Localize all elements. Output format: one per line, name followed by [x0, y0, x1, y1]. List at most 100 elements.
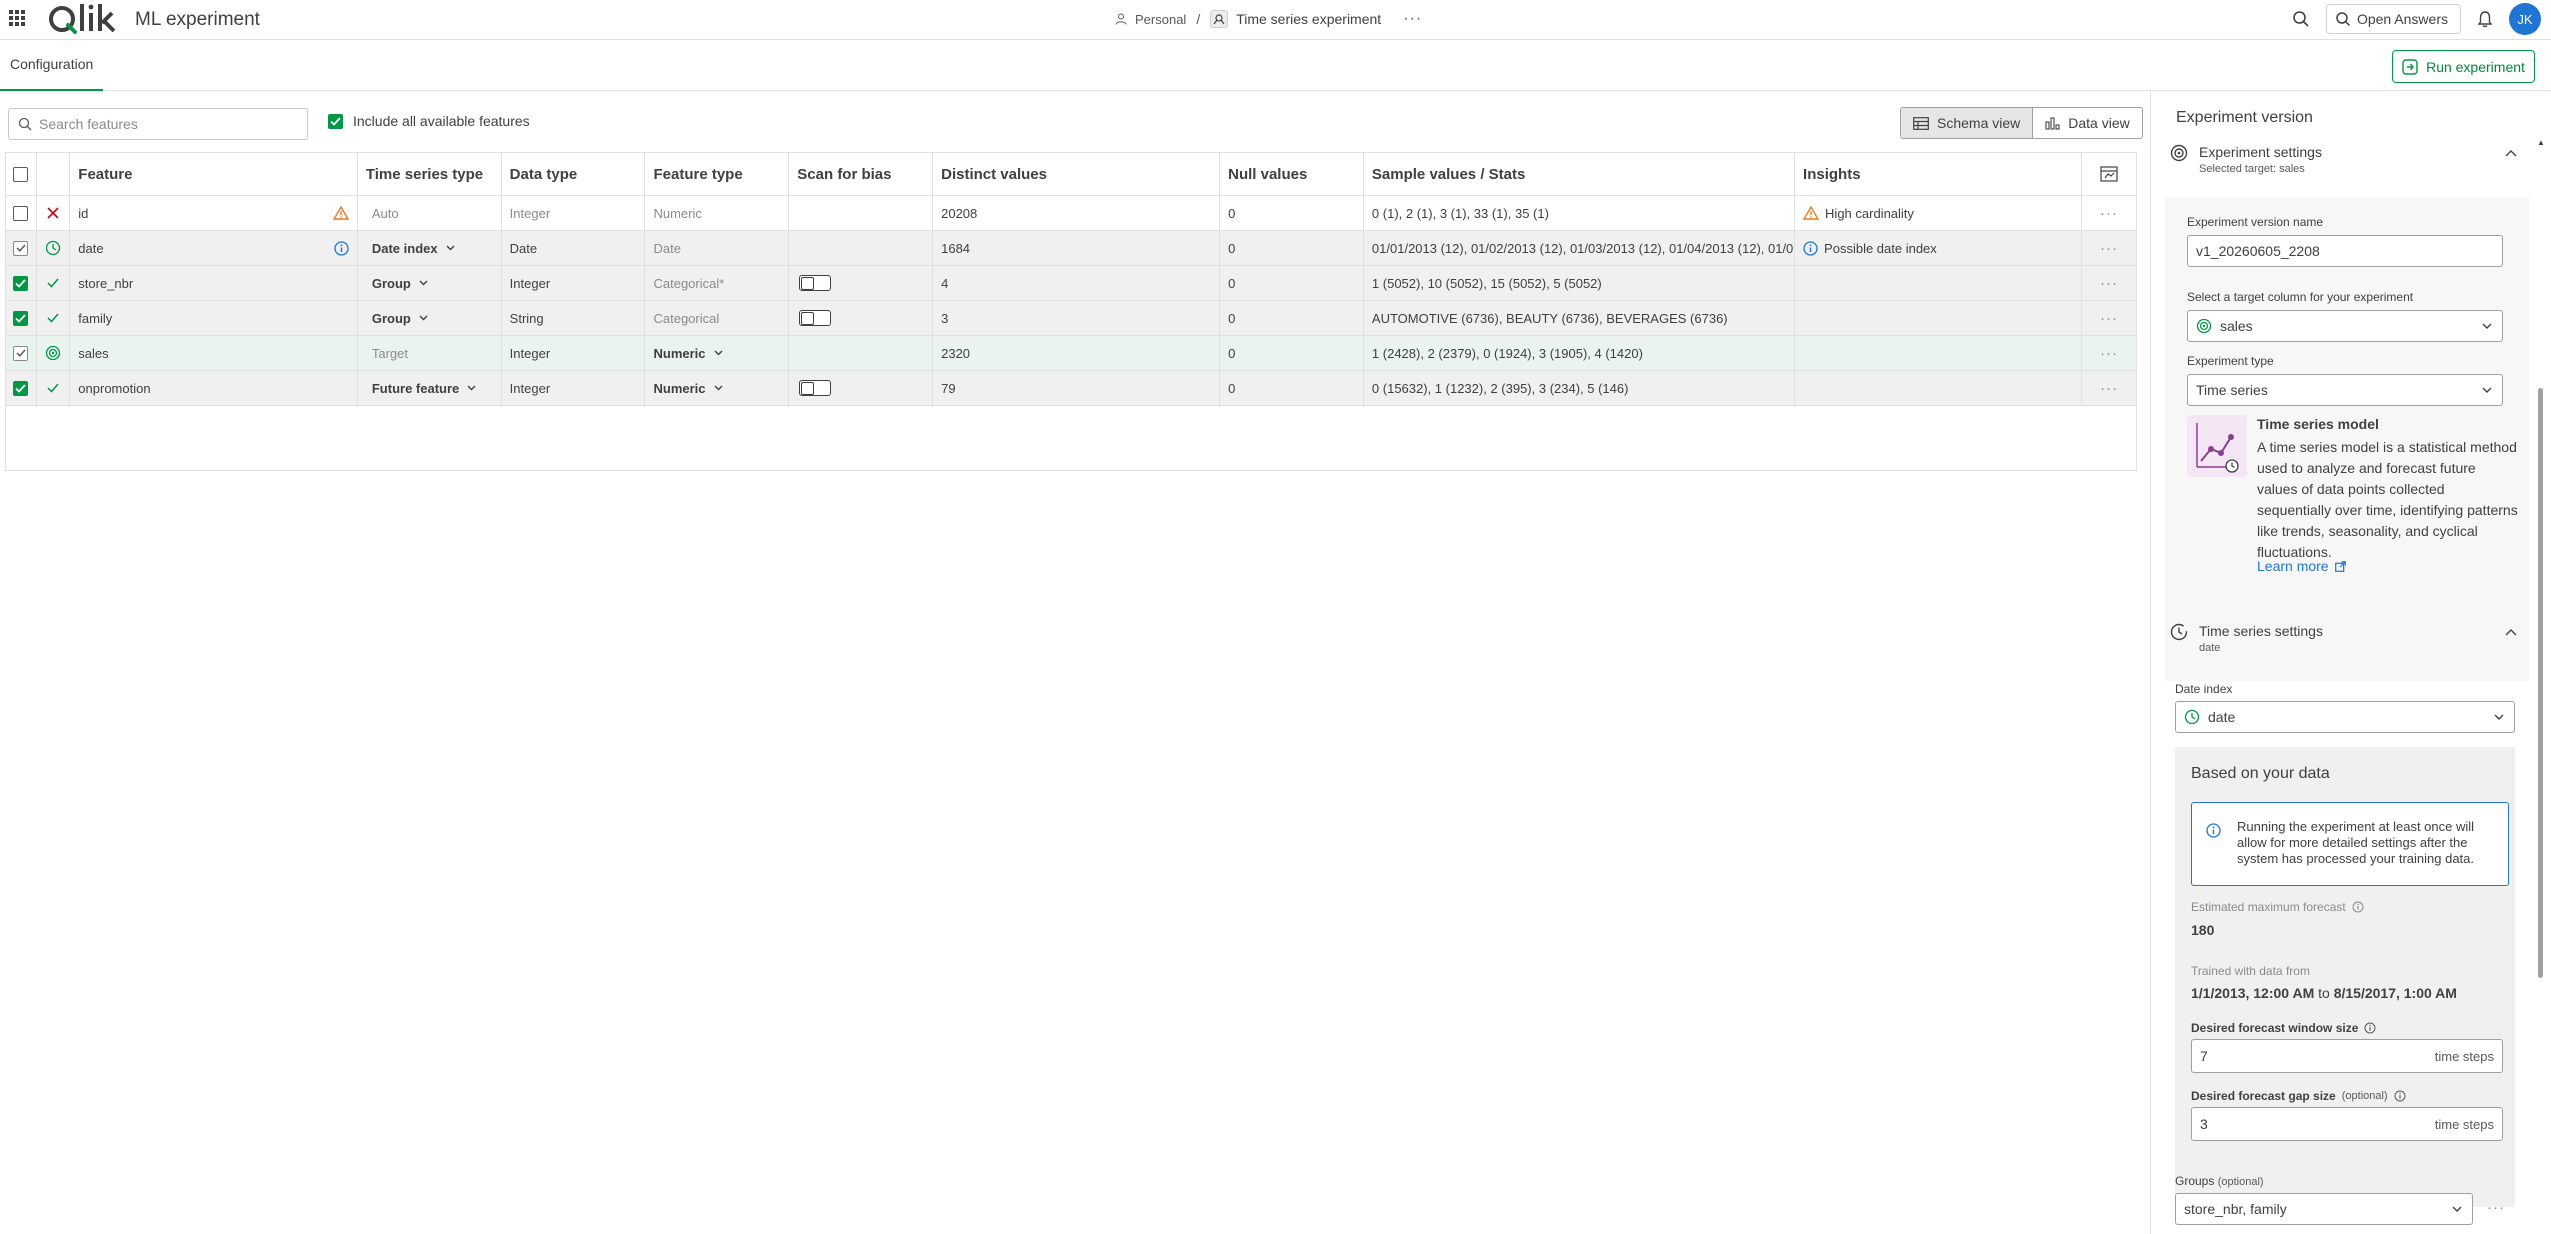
groups-select[interactable]: store_nbr, family	[2175, 1193, 2473, 1225]
table-row[interactable]: date Date index Date Date 1684 0 01/01/2…	[6, 231, 2136, 266]
row-more-icon[interactable]: ···	[2100, 310, 2118, 327]
bias-toggle[interactable]	[799, 380, 832, 396]
select-all-checkbox[interactable]	[13, 166, 29, 182]
breadcrumb-current[interactable]: Time series experiment	[1236, 11, 1381, 27]
chevron-up-icon[interactable]	[2505, 149, 2517, 157]
learn-more-link[interactable]: Learn more	[2257, 558, 2346, 574]
forecast-window-input[interactable]: 7 time steps	[2191, 1039, 2503, 1073]
external-link-icon	[2334, 560, 2346, 572]
more-options-icon[interactable]: ···	[1403, 10, 1422, 28]
header-data-type[interactable]: Data type	[502, 153, 646, 195]
header-time-series-type[interactable]: Time series type	[358, 153, 502, 195]
insight-cell: High cardinality	[1795, 196, 2083, 230]
forecast-gap-optional: (optional)	[2341, 1090, 2388, 1102]
nulls-cell: 0	[1220, 196, 1364, 230]
include-all-checkbox[interactable]: Include all available features	[328, 113, 530, 129]
row-more-icon[interactable]: ···	[2100, 380, 2118, 397]
chevron-down-icon	[2452, 1206, 2462, 1212]
date-index-value: date	[2208, 709, 2236, 725]
feature-type-dropdown[interactable]: Numeric	[653, 346, 723, 361]
warning-icon	[332, 206, 349, 220]
experiment-type-value: Time series	[2196, 382, 2268, 398]
chevron-up-icon[interactable]	[2505, 628, 2517, 636]
header-feature-type[interactable]: Feature type	[645, 153, 790, 195]
include-all-check[interactable]	[328, 113, 343, 129]
row-checkbox[interactable]	[13, 205, 29, 221]
table-row[interactable]: store_nbr Group Integer Categorical* 4 0…	[6, 266, 2136, 301]
search-icon[interactable]	[2292, 10, 2310, 28]
ts-type-cell[interactable]: Date index	[358, 231, 502, 265]
header-insights[interactable]: Insights	[1795, 153, 2083, 195]
breadcrumb-space[interactable]: Personal	[1135, 12, 1186, 27]
run-experiment-button[interactable]: Run experiment	[2392, 50, 2535, 83]
ts-type-dropdown[interactable]: Date index	[372, 241, 455, 256]
insight[interactable]: High cardinality	[1803, 206, 1914, 221]
tab-configuration[interactable]: Configuration	[0, 40, 104, 91]
breadcrumb: Personal / Time series experiment ···	[1115, 10, 1422, 28]
row-actions-cell: ···	[2082, 336, 2136, 370]
info-icon[interactable]	[2394, 1090, 2406, 1102]
header-feature[interactable]: Feature	[70, 153, 358, 195]
row-checkbox[interactable]	[13, 240, 29, 256]
ts-type-dropdown[interactable]: Group	[372, 311, 428, 326]
version-name-input[interactable]: v1_20260605_2208	[2187, 235, 2503, 267]
ts-type-cell[interactable]: Group	[358, 266, 502, 300]
distinct-cell: 20208	[933, 196, 1221, 230]
experiment-settings-header[interactable]: Experiment settings Selected target: sal…	[2165, 139, 2529, 187]
bell-icon[interactable]	[2477, 10, 2493, 28]
groups-more-icon[interactable]: ···	[2487, 1199, 2505, 1216]
info-message-text: Running the experiment at least once wil…	[2237, 819, 2475, 866]
ts-type-value: Auto	[371, 205, 399, 221]
table-row[interactable]: family Group String Categorical 3 0 AUTO…	[6, 301, 2136, 336]
top-bar: ML experiment Personal / Time series exp…	[0, 0, 2551, 40]
ts-type-cell[interactable]: Group	[358, 301, 502, 335]
ts-type-dropdown[interactable]: Future feature	[372, 381, 476, 396]
data-view-button[interactable]: Data view	[2033, 108, 2141, 138]
column-settings-icon[interactable]	[2100, 165, 2118, 183]
table-row[interactable]: onpromotion Future feature Integer Numer…	[6, 371, 2136, 406]
search-input[interactable]: Search features	[8, 108, 308, 140]
experiment-version-panel: Experiment version ▲ Experiment settings…	[2150, 91, 2551, 1234]
table-row[interactable]: sales Target Integer Numeric 2320 0 1 (2…	[6, 336, 2136, 371]
date-index-select[interactable]: date	[2175, 701, 2515, 733]
ts-type-cell[interactable]: Future feature	[358, 371, 502, 405]
experiment-type-select[interactable]: Time series	[2187, 374, 2503, 406]
header-null-values[interactable]: Null values	[1220, 153, 1364, 195]
feature-type-dropdown[interactable]: Numeric	[653, 381, 723, 396]
row-checkbox[interactable]	[13, 380, 29, 396]
apps-grid-icon[interactable]	[9, 10, 25, 26]
status-header	[37, 153, 71, 195]
row-checkbox[interactable]	[13, 275, 29, 291]
chevron-down-icon	[419, 280, 428, 286]
row-checkbox[interactable]	[13, 310, 29, 326]
version-name-label: Experiment version name	[2187, 215, 2324, 229]
time-series-settings-header[interactable]: Time series settings date	[2165, 618, 2529, 666]
row-more-icon[interactable]: ···	[2100, 205, 2118, 222]
panel-scrollbar[interactable]	[2538, 388, 2543, 978]
bias-toggle[interactable]	[799, 310, 832, 326]
avatar[interactable]: JK	[2509, 3, 2541, 35]
qlik-logo[interactable]	[48, 1, 120, 37]
table-row[interactable]: id Auto Integer Numeric 20208 0 0 (1), 2…	[6, 196, 2136, 231]
bias-toggle[interactable]	[799, 275, 832, 291]
row-checkbox[interactable]	[13, 345, 29, 361]
schema-view-button[interactable]: Schema view	[1901, 108, 2034, 138]
target-column-select[interactable]: sales	[2187, 310, 2503, 342]
row-more-icon[interactable]: ···	[2100, 345, 2118, 362]
excluded-x-icon	[47, 207, 59, 219]
scroll-up-arrow[interactable]: ▲	[2537, 138, 2545, 147]
info-icon[interactable]	[2352, 901, 2364, 913]
ts-type-dropdown[interactable]: Group	[372, 276, 428, 291]
insight[interactable]: Possible date index	[1803, 241, 1937, 256]
row-more-icon[interactable]: ···	[2100, 275, 2118, 292]
feature-type-cell[interactable]: Numeric	[645, 336, 790, 370]
header-scan-for-bias[interactable]: Scan for bias	[789, 153, 934, 195]
forecast-gap-input[interactable]: 3 time steps	[2191, 1107, 2503, 1141]
insight-cell: Possible date index	[1795, 231, 2083, 265]
row-more-icon[interactable]: ···	[2100, 240, 2118, 257]
header-distinct-values[interactable]: Distinct values	[933, 153, 1221, 195]
header-sample-values[interactable]: Sample values / Stats	[1364, 153, 1796, 195]
open-answers-button[interactable]: Open Answers	[2325, 4, 2461, 34]
feature-type-cell[interactable]: Numeric	[645, 371, 790, 405]
info-icon[interactable]	[2364, 1022, 2376, 1034]
